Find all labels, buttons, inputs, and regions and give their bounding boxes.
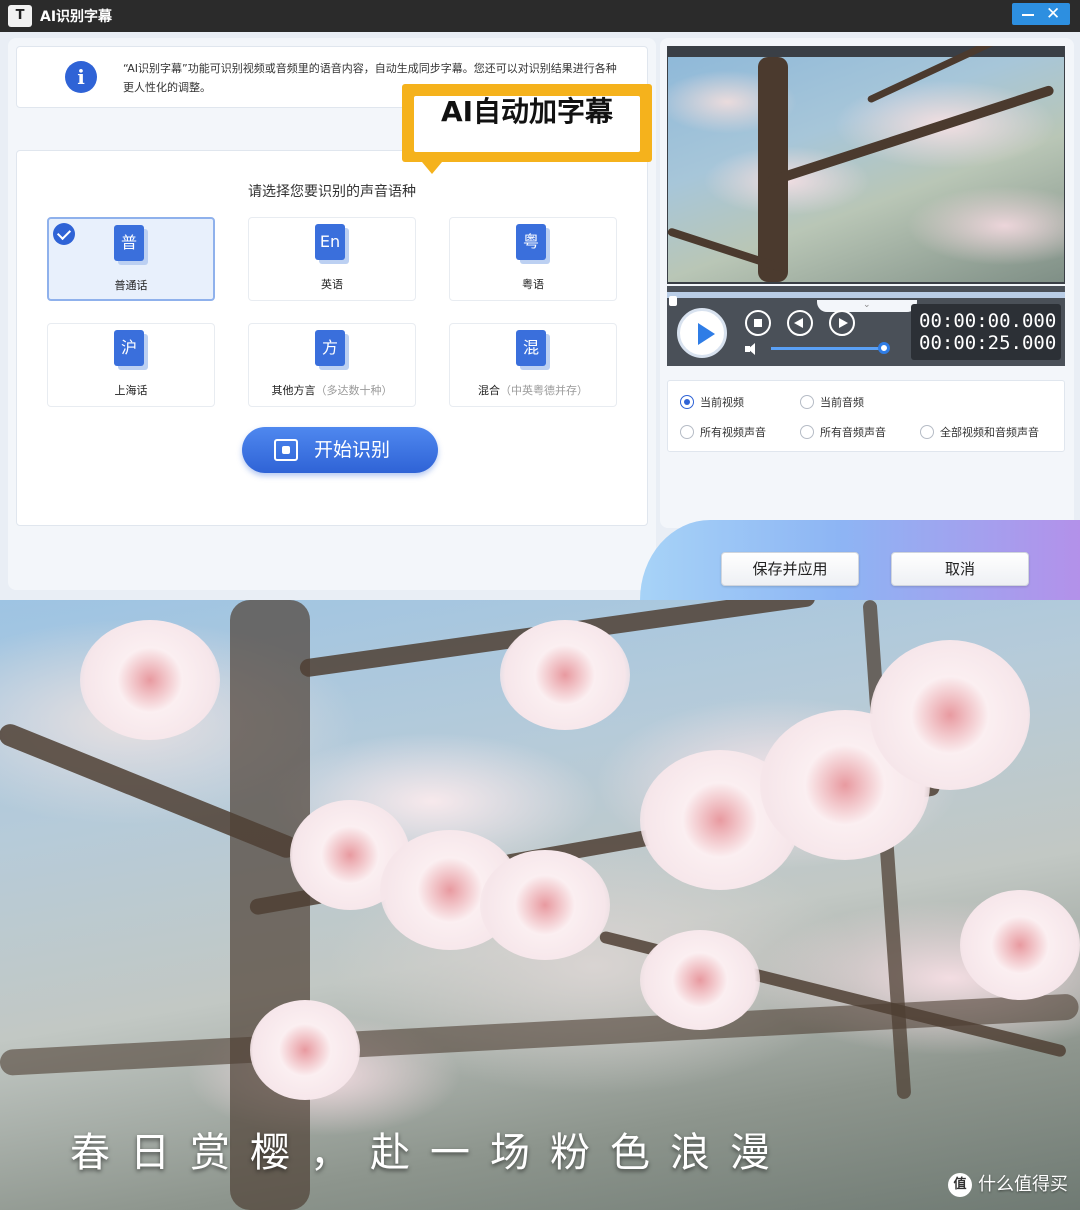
lang-label: 英语 <box>321 278 343 291</box>
radio-current-audio[interactable]: 当前音频 <box>800 395 864 411</box>
play-button[interactable] <box>677 308 727 358</box>
progress-bar[interactable] <box>667 292 1065 306</box>
scan-icon <box>274 439 298 461</box>
watermark-logo-icon: 值 <box>948 1173 972 1197</box>
info-icon: i <box>65 61 97 93</box>
start-recognition-label: 开始识别 <box>314 439 391 461</box>
lang-card-english[interactable]: En 英语 <box>248 217 416 301</box>
english-icon: En <box>315 224 349 264</box>
stop-button[interactable] <box>745 310 771 336</box>
lang-label: 普通话 <box>114 279 148 292</box>
current-time: 00:00:00.000 <box>919 310 1057 332</box>
progress-thumb[interactable] <box>669 296 677 306</box>
lang-hint: （中英粤德并存） <box>500 384 588 397</box>
cantonese-icon: 粤 <box>516 224 550 264</box>
video-subtitle: 春日赏樱，赴一场粉色浪漫 <box>70 1130 790 1176</box>
lang-label: 其他方言（多达数十种） <box>271 384 393 397</box>
total-time: 00:00:25.000 <box>919 332 1057 354</box>
radio-all-video-sound[interactable]: 所有视频声音 <box>680 425 766 441</box>
language-select-box: 请选择您要识别的声音语种 普 普通话 En 英语 粤 粤语 沪 上海话 方 其他… <box>16 150 648 526</box>
video-thumbnail <box>667 46 1064 282</box>
start-recognition-button[interactable]: 开始识别 <box>242 427 438 473</box>
volume-slider[interactable] <box>771 347 881 350</box>
radio-icon <box>800 395 814 409</box>
title-bar[interactable]: T AI识别字幕 ✕ <box>0 0 1080 32</box>
radio-icon <box>800 425 814 439</box>
volume-icon[interactable] <box>745 342 761 356</box>
lang-card-cantonese[interactable]: 粤 粤语 <box>449 217 617 301</box>
lang-label: 上海话 <box>114 384 148 397</box>
ai-subtitle-window: T AI识别字幕 ✕ i “AI识别字幕”功能可识别视频或音频里的语音内容，自动… <box>0 0 1080 600</box>
subtitle-preview-image: 春日赏樱，赴一场粉色浪漫 值什么值得买 <box>0 600 1080 1210</box>
next-frame-button[interactable] <box>829 310 855 336</box>
lang-hint: （多达数十种） <box>315 384 393 397</box>
volume-thumb[interactable] <box>878 342 890 354</box>
dialect-icon: 方 <box>315 330 349 370</box>
audio-source-options: 当前视频 当前音频 所有视频声音 所有音频声音 全部视频和音频声音 <box>667 380 1065 452</box>
collapse-handle[interactable]: ⌄ <box>817 300 917 312</box>
window-title: AI识别字幕 <box>40 9 113 25</box>
previous-frame-button[interactable] <box>787 310 813 336</box>
right-panel: ⌄ 00:00:00.000 00:00:25.000 当前视频 当前音频 所有… <box>660 38 1074 528</box>
time-display: 00:00:00.000 00:00:25.000 <box>911 304 1061 360</box>
lang-card-mandarin[interactable]: 普 普通话 <box>47 217 215 301</box>
mixed-icon: 混 <box>516 330 550 370</box>
radio-all-audio-sound[interactable]: 所有音频声音 <box>800 425 886 441</box>
callout-text: AI自动加字幕 <box>440 95 614 128</box>
radio-icon <box>920 425 934 439</box>
window-controls: ✕ <box>1012 3 1070 25</box>
app-logo-icon: T <box>8 5 32 27</box>
shanghainese-icon: 沪 <box>114 330 148 370</box>
lang-label: 粤语 <box>522 278 544 291</box>
watermark-text: 什么值得买 <box>978 1174 1068 1195</box>
minimize-icon[interactable] <box>1020 9 1036 21</box>
mandarin-icon: 普 <box>114 225 148 265</box>
radio-all-video-and-audio[interactable]: 全部视频和音频声音 <box>920 425 1039 441</box>
save-apply-button[interactable]: 保存并应用 <box>721 552 859 586</box>
close-icon[interactable]: ✕ <box>1046 5 1060 23</box>
lang-card-dialects[interactable]: 方 其他方言（多达数十种） <box>248 323 416 407</box>
watermark: 值什么值得买 <box>948 1172 1068 1198</box>
lang-card-shanghainese[interactable]: 沪 上海话 <box>47 323 215 407</box>
check-icon <box>53 223 75 245</box>
player-controls: ⌄ 00:00:00.000 00:00:25.000 <box>667 286 1065 366</box>
radio-current-video[interactable]: 当前视频 <box>680 395 744 411</box>
language-select-title: 请选择您要识别的声音语种 <box>248 184 416 200</box>
radio-selected-icon <box>680 395 694 409</box>
video-preview[interactable] <box>667 46 1065 284</box>
feature-callout: AI自动加字幕 <box>402 84 652 174</box>
lang-card-mixed[interactable]: 混 混合（中英粤德并存） <box>449 323 617 407</box>
chevron-down-icon: ⌄ <box>863 300 871 310</box>
lang-label: 混合（中英粤德并存） <box>478 384 588 397</box>
radio-icon <box>680 425 694 439</box>
cancel-button[interactable]: 取消 <box>891 552 1029 586</box>
